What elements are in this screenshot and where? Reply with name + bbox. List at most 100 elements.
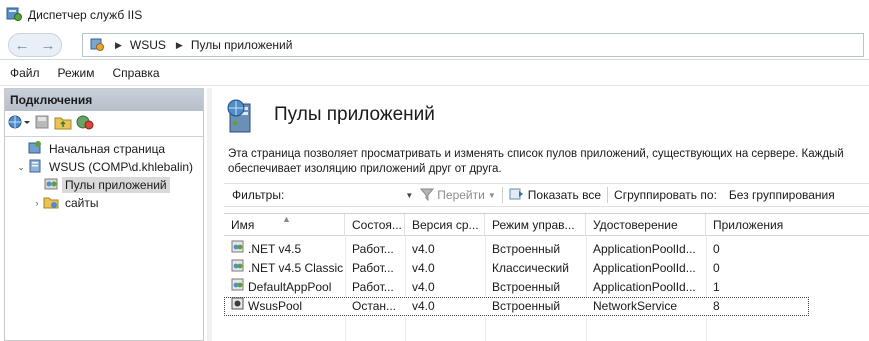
connections-header: Подключения: [5, 89, 203, 111]
nav-buttons: ← →: [8, 33, 62, 57]
cell-name: WsusPool: [224, 297, 345, 316]
home-icon: [27, 140, 43, 159]
address-server-icon: [89, 36, 105, 55]
show-all-icon: [509, 187, 525, 204]
connections-pane: Подключения Начальная страница ⌄ WSUS (C…: [4, 88, 204, 341]
app-pools-grid: Имя ▲ Состоя... Версия ср... Режим управ…: [224, 213, 869, 341]
cell-version: v4.0: [412, 299, 435, 313]
toolbar-divider: [607, 187, 609, 203]
page-title: Пулы приложений: [274, 104, 435, 125]
cell-identity: ApplicationPoolId...: [593, 261, 696, 275]
column-header-applications[interactable]: Приложения: [706, 214, 869, 236]
cell-name-text: .NET v4.5: [248, 242, 302, 256]
sort-ascending-icon: ▲: [282, 214, 291, 224]
tree-node-start-page[interactable]: Начальная страница: [5, 140, 203, 158]
column-header-state[interactable]: Состоя...: [345, 214, 405, 236]
app-pool-icon: [43, 176, 59, 195]
column-header-mode[interactable]: Режим управ...: [485, 214, 586, 236]
title-bar: Диспетчер служб IIS: [0, 0, 869, 30]
save-icon[interactable]: [34, 114, 50, 133]
cell-name: .NET v4.5 Classic: [224, 259, 345, 278]
go-button[interactable]: Перейти ▼: [420, 187, 496, 204]
cell-identity: ApplicationPoolId...: [593, 242, 696, 256]
grid-body: .NET v4.5 Работ... v4.0 Встроенный Appli…: [224, 236, 869, 316]
breadcrumb-app-pools[interactable]: Пулы приложений: [191, 38, 293, 52]
connections-tree: Начальная страница ⌄ WSUS (COMP\d.khleba…: [5, 137, 203, 212]
filters-label: Фильтры:: [232, 188, 285, 202]
toolbar-divider: [501, 187, 503, 203]
tree-node-label: Пулы приложений: [62, 177, 170, 193]
cell-version: v4.0: [412, 242, 435, 256]
forward-arrow-icon[interactable]: →: [41, 38, 56, 53]
cell-identity: ApplicationPoolId...: [593, 280, 696, 294]
cell-state: Работ...: [352, 280, 394, 294]
app-pools-feature-icon: [224, 98, 258, 139]
address-bar[interactable]: ▶ WSUS ▶ Пулы приложений: [82, 33, 864, 57]
column-header-name[interactable]: Имя ▲: [224, 214, 345, 236]
tree-node-server[interactable]: ⌄ WSUS (COMP\d.khlebalin): [5, 158, 203, 176]
column-header-identity[interactable]: Удостоверение: [586, 214, 706, 236]
chevron-down-icon: ▼: [487, 190, 496, 200]
menu-view[interactable]: Режим: [58, 66, 95, 80]
cell-state: Остан...: [352, 299, 396, 313]
cell-version: v4.0: [412, 261, 435, 275]
breadcrumb-separator-icon: ▶: [175, 39, 183, 50]
group-by-label: Сгруппировать по:: [614, 188, 717, 202]
cell-state: Работ...: [352, 242, 394, 256]
connections-toolbar: [5, 111, 203, 137]
tree-node-label: WSUS (COMP\d.khlebalin): [49, 160, 194, 174]
breadcrumb-separator-icon: ▶: [115, 39, 122, 50]
group-by-value: Без группирования: [728, 188, 835, 202]
cell-name: .NET v4.5: [224, 240, 345, 259]
column-header-version[interactable]: Версия ср...: [405, 214, 485, 236]
cell-mode: Встроенный: [492, 280, 561, 294]
cell-mode: Встроенный: [492, 242, 561, 256]
group-by-select[interactable]: Без группирования: [725, 188, 835, 202]
chevron-down-icon[interactable]: ⌄: [15, 162, 27, 173]
cell-name-text: .NET v4.5 Classic: [248, 261, 344, 275]
app-pool-running-icon: [230, 278, 245, 297]
table-row[interactable]: .NET v4.5 Работ... v4.0 Встроенный Appli…: [224, 240, 869, 259]
table-row[interactable]: .NET v4.5 Classic Работ... v4.0 Классиче…: [224, 259, 869, 278]
cell-applications: 0: [713, 242, 720, 256]
page-description-line: обеспечивает изоляцию приложений друг от…: [228, 163, 502, 175]
tree-node-label: сайты: [65, 196, 99, 210]
up-folder-icon[interactable]: [54, 114, 72, 133]
cell-name-text: DefaultAppPool: [248, 280, 332, 294]
cell-state: Работ...: [352, 261, 394, 275]
navigation-bar: ← → ▶ WSUS ▶ Пулы приложений: [0, 30, 869, 60]
menu-help[interactable]: Справка: [113, 66, 160, 80]
cell-applications: 0: [713, 261, 720, 275]
cell-identity: NetworkService: [593, 299, 678, 313]
app-pool-running-icon: [230, 259, 245, 278]
tree-node-sites[interactable]: › сайты: [5, 194, 203, 212]
sites-folder-icon: [43, 194, 59, 213]
iis-manager-icon: [6, 6, 22, 25]
page-description-line: Эта страница позволяет просматривать и и…: [228, 148, 844, 160]
menu-file[interactable]: Файл: [10, 66, 40, 80]
tree-node-label: Начальная страница: [49, 142, 166, 156]
funnel-icon: [420, 187, 435, 204]
breadcrumb-wsus[interactable]: WSUS: [130, 38, 166, 52]
column-header-label: Имя: [231, 218, 255, 232]
filter-bar: Фильтры: ▼ Перейти ▼ Показать все Сгрупп…: [224, 183, 869, 207]
cell-applications: 8: [713, 299, 720, 313]
table-row[interactable]: WsusPool Остан... v4.0 Встроенный Networ…: [224, 297, 809, 316]
connect-globe-icon[interactable]: [8, 114, 30, 133]
show-all-button[interactable]: Показать все: [509, 187, 601, 204]
cell-mode: Классический: [492, 261, 569, 275]
app-pool-stopped-icon: [230, 297, 245, 316]
back-arrow-icon[interactable]: ←: [15, 38, 30, 53]
tree-node-app-pools[interactable]: Пулы приложений: [5, 176, 203, 194]
go-button-label: Перейти: [437, 188, 485, 202]
table-row[interactable]: DefaultAppPool Работ... v4.0 Встроенный …: [224, 278, 869, 297]
filter-input[interactable]: ▼: [290, 185, 416, 205]
disconnect-icon[interactable]: [76, 114, 94, 133]
server-icon: [27, 158, 43, 177]
app-pool-running-icon: [230, 240, 245, 259]
chevron-down-icon[interactable]: ▼: [405, 191, 413, 200]
window-title: Диспетчер служб IIS: [28, 8, 143, 22]
chevron-right-icon[interactable]: ›: [31, 198, 43, 208]
cell-version: v4.0: [412, 280, 435, 294]
grid-header: Имя ▲ Состоя... Версия ср... Режим управ…: [224, 214, 869, 236]
